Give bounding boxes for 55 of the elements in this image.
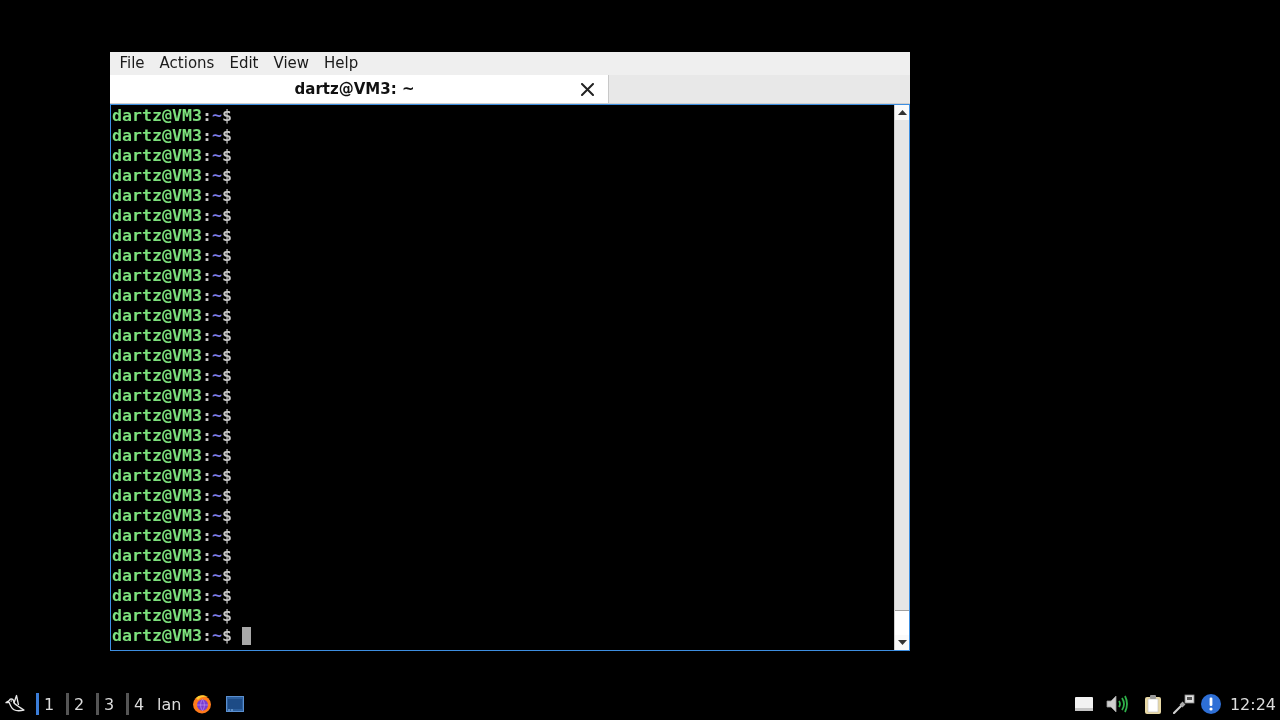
caret-down-icon — [897, 640, 907, 645]
menu-item[interactable]: Help — [316, 53, 366, 74]
speaker-icon[interactable] — [1104, 694, 1129, 714]
close-icon — [581, 82, 594, 96]
desktop-button[interactable]: 3 — [96, 693, 126, 715]
prompt-line: dartz@VM3:~$ — [112, 186, 232, 206]
close-tab-button[interactable] — [581, 82, 594, 96]
cable-plug-icon[interactable] — [1172, 694, 1195, 714]
prompt-line: dartz@VM3:~$ — [112, 286, 232, 306]
globe-icon[interactable] — [192, 694, 212, 714]
prompt-line: dartz@VM3:~$ — [112, 306, 232, 326]
prompt-line: dartz@VM3:~$ — [112, 546, 232, 566]
prompt-line: dartz@VM3:~$ — [112, 486, 232, 506]
prompt-line: dartz@VM3:~$ — [112, 146, 232, 166]
scrollbar-thumb[interactable] — [895, 610, 909, 635]
caret-up-icon — [897, 110, 907, 115]
prompt-line: dartz@VM3:~$ — [112, 526, 232, 546]
clipboard-icon[interactable] — [1142, 694, 1163, 714]
prompt-line: dartz@VM3:~$ — [112, 246, 232, 266]
menu-item[interactable]: View — [265, 53, 317, 74]
prompt-line: dartz@VM3:~$ — [112, 206, 232, 226]
prompt-line: dartz@VM3:~$ — [112, 226, 232, 246]
scroll-down-button[interactable] — [895, 635, 909, 650]
prompt-line: dartz@VM3:~$ — [112, 466, 232, 486]
prompt-line: dartz@VM3:~$ — [112, 366, 232, 386]
prompt-line: dartz@VM3:~$ — [112, 166, 232, 186]
menu-item[interactable]: Actions — [152, 53, 222, 74]
scroll-up-button[interactable] — [895, 105, 909, 120]
prompt-line: dartz@VM3:~$ — [112, 346, 232, 366]
terminal-tab[interactable]: dartz@VM3: ~ — [110, 75, 609, 103]
desktop-button[interactable]: 1 — [36, 693, 66, 715]
prompt-line: dartz@VM3:~$ — [112, 426, 232, 446]
desktop-button[interactable]: 4 — [126, 693, 156, 715]
menu-item[interactable]: Edit — [221, 53, 266, 74]
prompt-line: dartz@VM3:~$ — [112, 386, 232, 406]
prompt-line: dartz@VM3:~$ — [112, 566, 232, 586]
prompt-line: dartz@VM3:~$ — [112, 266, 232, 286]
clock-time: 12:24 — [1229, 694, 1276, 714]
taskbar-window-button[interactable]: lan — [157, 694, 183, 714]
prompt-line: dartz@VM3:~$ — [112, 326, 232, 346]
bird-icon[interactable] — [5, 694, 25, 714]
info-icon[interactable] — [1200, 694, 1221, 714]
screen-icon[interactable] — [226, 696, 244, 712]
scrollbar[interactable] — [894, 105, 909, 650]
prompt-line: dartz@VM3:~$ — [112, 126, 232, 146]
prompt-line: dartz@VM3:~$ — [112, 586, 232, 606]
prompt-line: dartz@VM3:~$ — [112, 606, 232, 626]
drive-icon[interactable] — [1074, 697, 1093, 711]
desktop-button[interactable]: 2 — [66, 693, 96, 715]
prompt-line: dartz@VM3:~$ — [112, 106, 232, 126]
prompt-line: dartz@VM3:~$ — [112, 506, 232, 526]
prompt-line: dartz@VM3:~$ — [112, 626, 232, 646]
prompt-line: dartz@VM3:~$ — [112, 406, 232, 426]
menu-item[interactable]: File — [112, 53, 153, 74]
prompt-line: dartz@VM3:~$ — [112, 446, 232, 466]
